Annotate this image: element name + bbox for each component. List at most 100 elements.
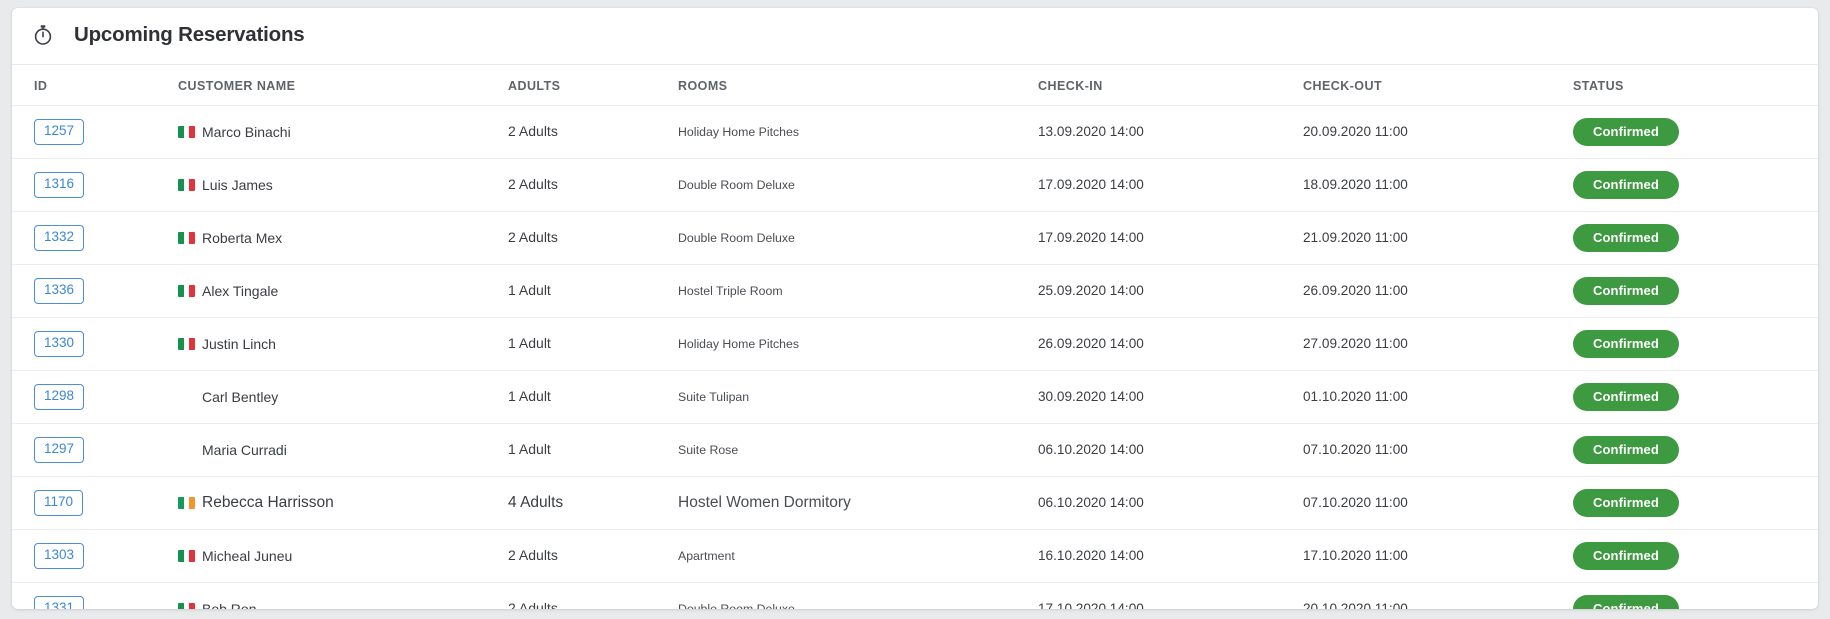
cell-check-out: 18.09.2020 11:00 bbox=[1297, 158, 1567, 212]
check-in-date: 06.10.2020 14:00 bbox=[1038, 495, 1144, 510]
cell-adults: 1 Adult bbox=[502, 423, 672, 477]
card-header: Upcoming Reservations bbox=[12, 8, 1818, 65]
check-in-date: 25.09.2020 14:00 bbox=[1038, 283, 1144, 298]
cell-customer-name: Maria Curradi bbox=[172, 423, 502, 477]
flag-icon-it bbox=[178, 179, 195, 191]
cell-check-in: 26.09.2020 14:00 bbox=[1032, 317, 1297, 371]
adults-label: 2 Adults bbox=[508, 176, 558, 192]
cell-check-in: 17.09.2020 14:00 bbox=[1032, 211, 1297, 265]
customer-name-wrap: Roberta Mex bbox=[178, 230, 496, 246]
reservation-id-badge[interactable]: 1336 bbox=[34, 278, 85, 304]
cell-check-out: 21.09.2020 11:00 bbox=[1297, 211, 1567, 265]
reservation-id-badge[interactable]: 1330 bbox=[34, 331, 85, 357]
cell-customer-name: Roberta Mex bbox=[172, 211, 502, 265]
cell-id: 1303 bbox=[12, 529, 172, 583]
table-row[interactable]: 1297 Maria Curradi 1 Adult Suite Rose 06.10.… bbox=[12, 423, 1818, 477]
reservation-id-badge[interactable]: 1316 bbox=[34, 172, 85, 198]
reservation-id-badge[interactable]: 1297 bbox=[34, 437, 85, 463]
cell-check-out: 07.10.2020 11:00 bbox=[1297, 476, 1567, 530]
cell-id: 1257 bbox=[12, 105, 172, 159]
reservation-id-badge[interactable]: 1170 bbox=[34, 490, 84, 516]
customer-name-label: Marco Binachi bbox=[202, 124, 291, 140]
cell-check-out: 17.10.2020 11:00 bbox=[1297, 529, 1567, 583]
cell-adults: 2 Adults bbox=[502, 211, 672, 265]
cell-adults: 1 Adult bbox=[502, 317, 672, 371]
cell-check-out: 27.09.2020 11:00 bbox=[1297, 317, 1567, 371]
customer-name-label: Bob Ron bbox=[202, 601, 257, 609]
cell-rooms: Double Room Deluxe bbox=[672, 211, 1032, 265]
cell-status: Confirmed bbox=[1567, 529, 1818, 583]
table-row[interactable]: 1332 Roberta Mex 2 Adults Double Room Delux… bbox=[12, 211, 1818, 265]
cell-status: Confirmed bbox=[1567, 211, 1818, 265]
customer-name-wrap: Micheal Juneu bbox=[178, 548, 496, 564]
cell-rooms: Suite Tulipan bbox=[672, 370, 1032, 424]
table-row[interactable]: 1303 Micheal Juneu 2 Adults Apartment 16.10.… bbox=[12, 529, 1818, 583]
adults-label: 2 Adults bbox=[508, 600, 558, 609]
cell-customer-name: Justin Linch bbox=[172, 317, 502, 371]
check-out-date: 20.09.2020 11:00 bbox=[1303, 124, 1408, 139]
cell-id: 1297 bbox=[12, 423, 172, 477]
status-badge: Confirmed bbox=[1573, 224, 1679, 252]
room-label: Suite Rose bbox=[678, 443, 739, 457]
adults-label: 4 Adults bbox=[508, 494, 564, 511]
table-row[interactable]: 1298 Carl Bentley 1 Adult Suite Tulipan 30.0… bbox=[12, 370, 1818, 424]
customer-name-label: Alex Tingale bbox=[202, 283, 279, 299]
cell-check-in: 13.09.2020 14:00 bbox=[1032, 105, 1297, 159]
cell-status: Confirmed bbox=[1567, 582, 1818, 609]
check-out-date: 27.09.2020 11:00 bbox=[1303, 336, 1408, 351]
status-badge: Confirmed bbox=[1573, 436, 1679, 464]
upcoming-reservations-card: Upcoming Reservations ID CUSTOMER NAME A… bbox=[12, 8, 1818, 609]
reservation-id-badge[interactable]: 1331 bbox=[34, 596, 85, 609]
cell-customer-name: Rebecca Harrisson bbox=[172, 476, 502, 530]
cell-customer-name: Alex Tingale bbox=[172, 264, 502, 318]
cell-adults: 2 Adults bbox=[502, 105, 672, 159]
reservation-id-badge[interactable]: 1303 bbox=[34, 543, 85, 569]
reservation-id-badge[interactable]: 1257 bbox=[34, 119, 85, 145]
cell-check-in: 17.09.2020 14:00 bbox=[1032, 158, 1297, 212]
table-header: ID CUSTOMER NAME ADULTS ROOMS CHECK-IN C… bbox=[12, 65, 1818, 106]
room-label: Hostel Triple Room bbox=[678, 284, 783, 298]
status-badge: Confirmed bbox=[1573, 171, 1679, 199]
adults-label: 2 Adults bbox=[508, 547, 558, 563]
cell-check-out: 20.10.2020 11:00 bbox=[1297, 582, 1567, 609]
status-badge: Confirmed bbox=[1573, 330, 1679, 358]
cell-rooms: Double Room Deluxe bbox=[672, 582, 1032, 609]
cell-customer-name: Carl Bentley bbox=[172, 370, 502, 424]
check-out-date: 07.10.2020 11:00 bbox=[1303, 495, 1408, 510]
reservations-table-wrap: ID CUSTOMER NAME ADULTS ROOMS CHECK-IN C… bbox=[12, 65, 1818, 609]
table-row[interactable]: 1336 Alex Tingale 1 Adult Hostel Triple Roo… bbox=[12, 264, 1818, 318]
status-badge: Confirmed bbox=[1573, 542, 1679, 570]
check-out-date: 07.10.2020 11:00 bbox=[1303, 442, 1408, 457]
status-badge: Confirmed bbox=[1573, 118, 1679, 146]
cell-check-in: 16.10.2020 14:00 bbox=[1032, 529, 1297, 583]
customer-name-label: Maria Curradi bbox=[202, 442, 287, 458]
check-out-date: 20.10.2020 11:00 bbox=[1303, 601, 1408, 609]
cell-rooms: Holiday Home Pitches bbox=[672, 317, 1032, 371]
customer-name-wrap: Luis James bbox=[178, 177, 496, 193]
customer-name-label: Luis James bbox=[202, 177, 273, 193]
table-row[interactable]: 1170 Rebecca Harrisson 4 Adults Hostel Wome… bbox=[12, 476, 1818, 530]
table-row[interactable]: 1316 Luis James 2 Adults Double Room Deluxe… bbox=[12, 158, 1818, 212]
reservation-id-badge[interactable]: 1298 bbox=[34, 384, 85, 410]
cell-adults: 2 Adults bbox=[502, 158, 672, 212]
adults-label: 1 Adult bbox=[508, 441, 551, 457]
cell-check-out: 01.10.2020 11:00 bbox=[1297, 370, 1567, 424]
reservation-id-badge[interactable]: 1332 bbox=[34, 225, 85, 251]
cell-adults: 2 Adults bbox=[502, 582, 672, 609]
cell-status: Confirmed bbox=[1567, 264, 1818, 318]
cell-check-in: 30.09.2020 14:00 bbox=[1032, 370, 1297, 424]
room-label: Hostel Women Dormitory bbox=[678, 494, 851, 511]
room-label: Holiday Home Pitches bbox=[678, 125, 799, 139]
cell-check-in: 06.10.2020 14:00 bbox=[1032, 476, 1297, 530]
cell-id: 1336 bbox=[12, 264, 172, 318]
cell-rooms: Hostel Women Dormitory bbox=[672, 476, 1032, 530]
room-label: Suite Tulipan bbox=[678, 390, 750, 404]
customer-name-wrap: Maria Curradi bbox=[178, 442, 496, 458]
cell-customer-name: Micheal Juneu bbox=[172, 529, 502, 583]
table-row[interactable]: 1330 Justin Linch 1 Adult Holiday Home Pitc… bbox=[12, 317, 1818, 371]
adults-label: 1 Adult bbox=[508, 335, 551, 351]
table-row[interactable]: 1257 Marco Binachi 2 Adults Holiday Home Pi… bbox=[12, 105, 1818, 159]
room-label: Double Room Deluxe bbox=[678, 178, 795, 192]
status-badge: Confirmed bbox=[1573, 277, 1679, 305]
table-row[interactable]: 1331 Bob Ron 2 Adults Double Room Deluxe 17.… bbox=[12, 582, 1818, 609]
